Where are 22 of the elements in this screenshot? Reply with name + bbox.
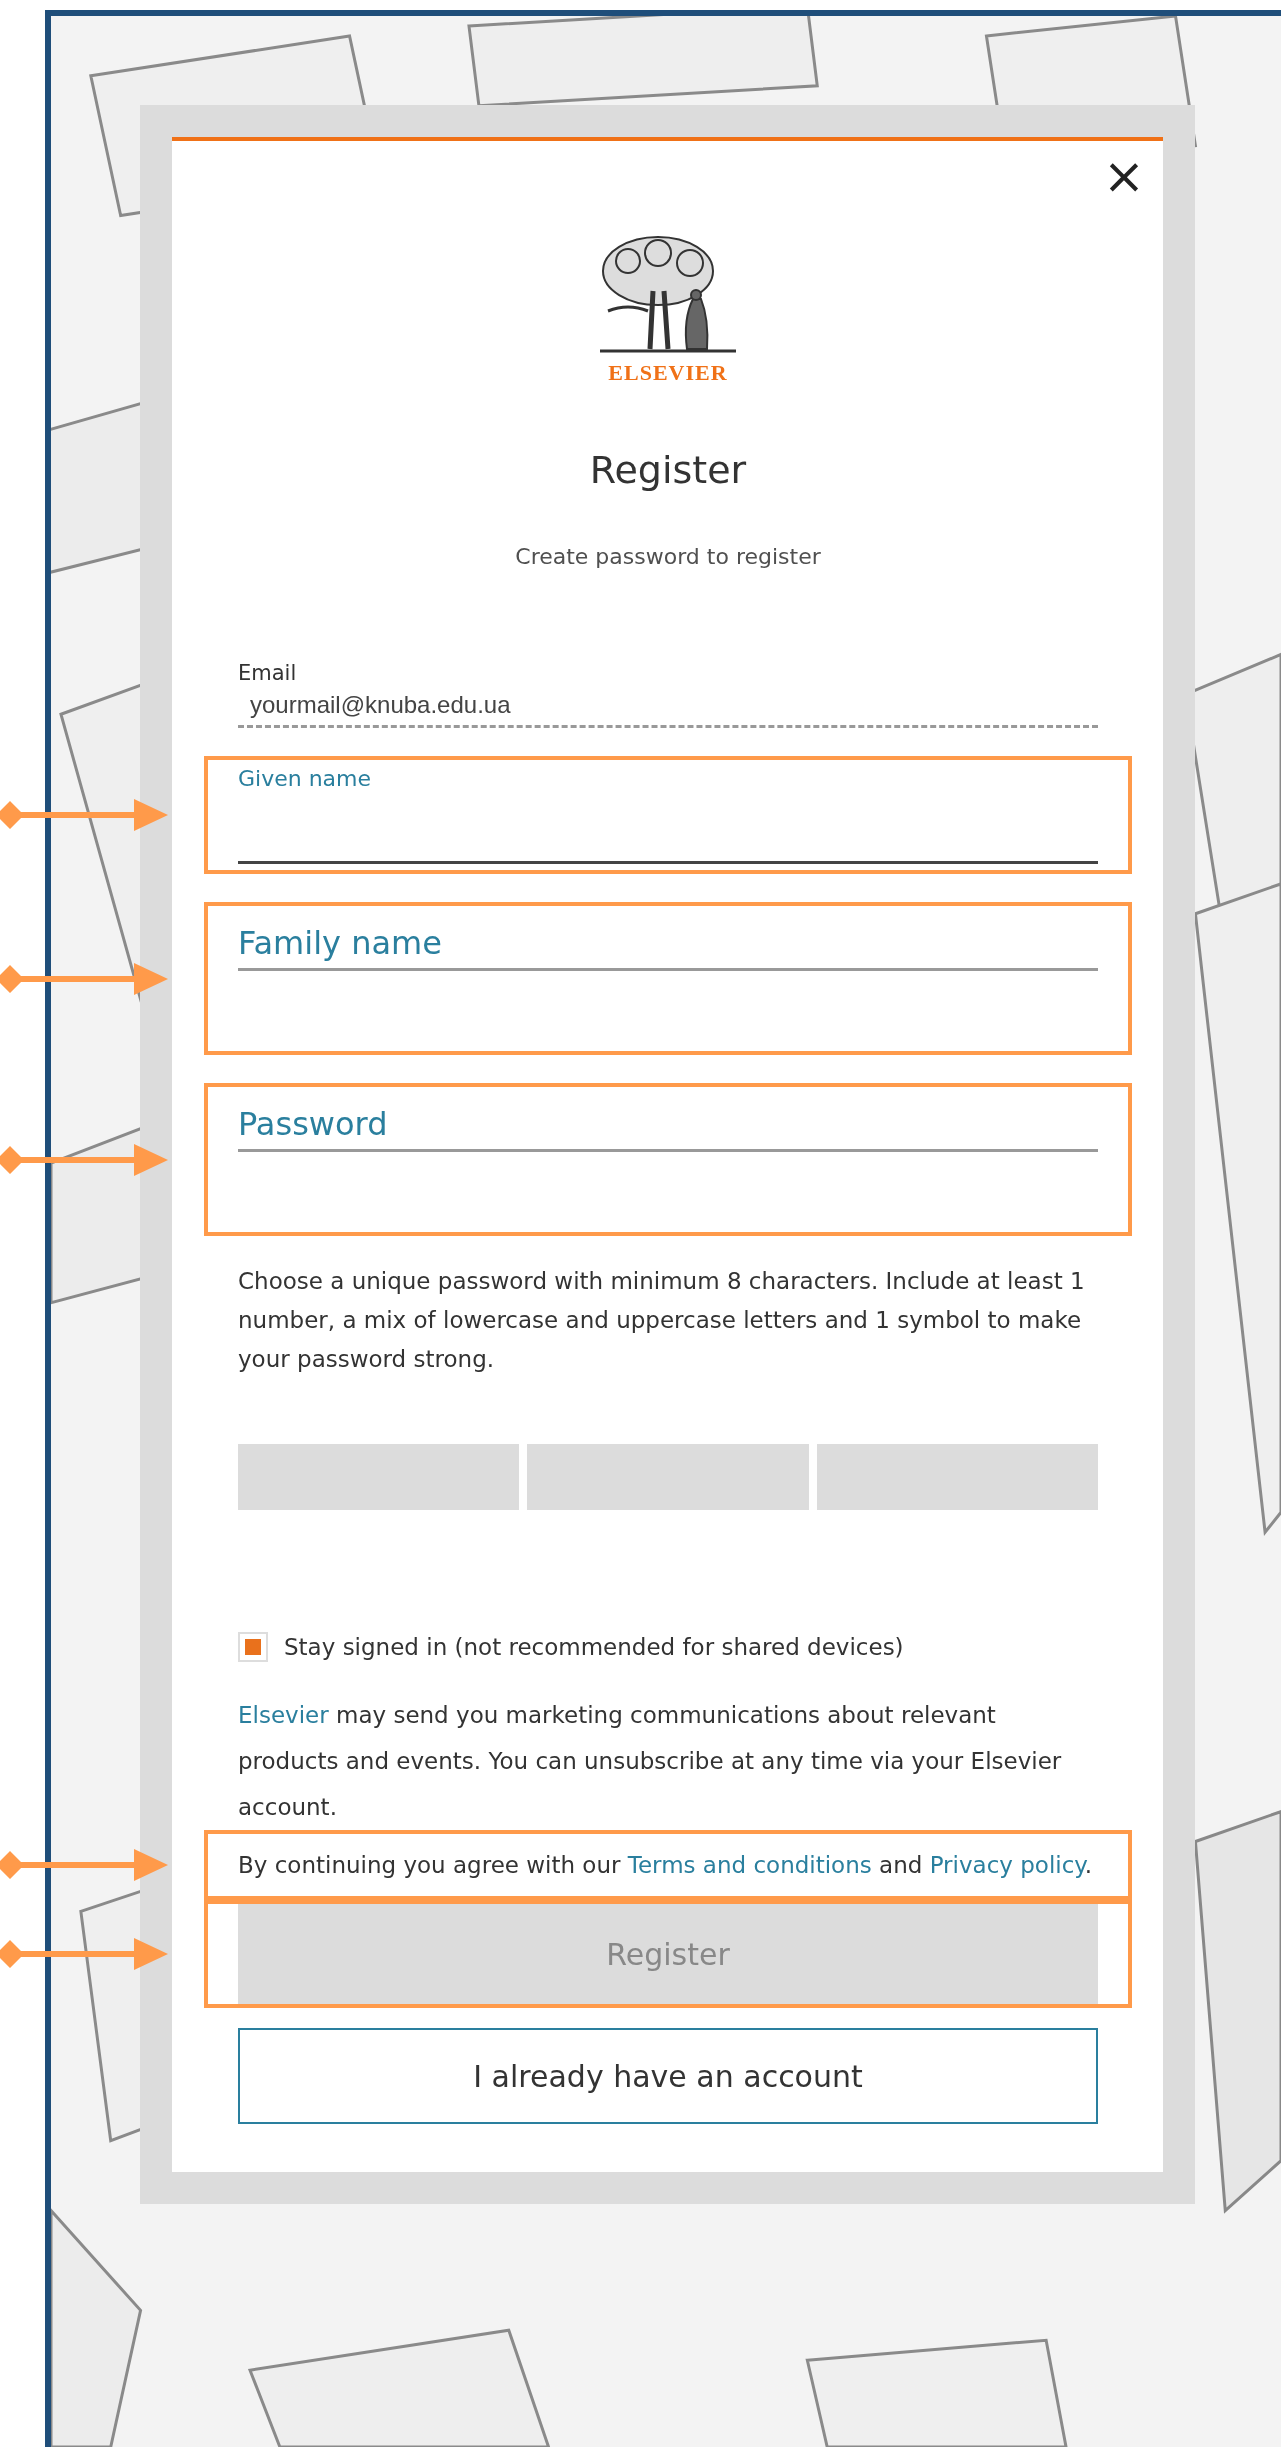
brand-name: ELSEVIER [608, 360, 728, 386]
marketing-text: Elsevier may send you marketing communications about relevant products and events. You can unsubscribe at any time via your Elsevier account. [238, 1701, 1063, 1822]
privacy-link[interactable]: Privacy policy [929, 1852, 1085, 1878]
dialog-title: Register [588, 448, 748, 492]
email-field[interactable]: Email yourmail@knuba.edu.ua [238, 661, 1098, 728]
text-field[interactable]: Password [238, 1087, 1098, 1232]
close-button[interactable]: × [1099, 151, 1149, 201]
field-value: yourmail@knuba.edu.ua [249, 691, 512, 719]
field-label: Email [238, 661, 298, 685]
elsevier-link[interactable]: Elsevier [238, 1702, 329, 1728]
field-label: Given name [238, 766, 373, 793]
field-label: Family name [238, 924, 1098, 971]
dialog-subtitle: Create password to register [514, 544, 822, 569]
field-label: Password [238, 1105, 1098, 1152]
text-field[interactable]: Given name [238, 760, 1098, 864]
consent-text: By continuing you agree with our Terms and conditions and Privacy policy. [238, 1851, 1093, 1880]
login-button[interactable]: I already have an account [238, 2028, 1098, 2124]
checkbox[interactable] [238, 1632, 268, 1662]
password-hint: Choose a unique password with minimum 8 characters. Include at least 1 number, a mix of lowercase and uppercase letters and 1 symbol to make your password strong. [238, 1267, 1086, 1374]
text-field[interactable]: Family name [238, 906, 1098, 1051]
checkbox-label: Stay signed in (not recommended for shared devices) [284, 1634, 904, 1660]
terms-link[interactable]: Terms and conditions [627, 1852, 872, 1878]
